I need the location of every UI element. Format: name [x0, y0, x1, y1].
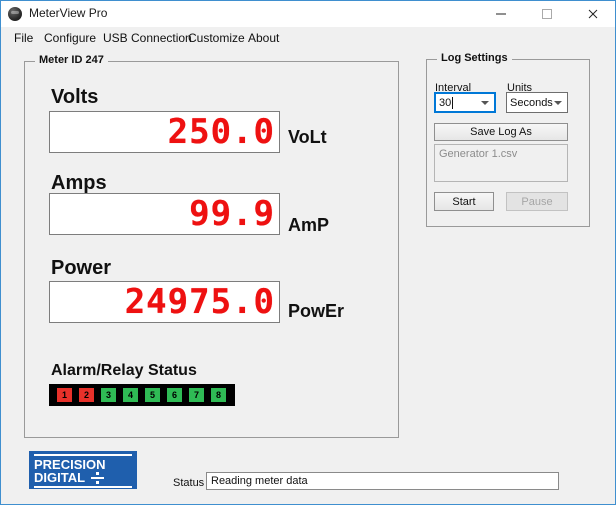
- volts-label: Volts: [51, 86, 99, 108]
- units-value: Seconds: [510, 96, 553, 109]
- minimize-button[interactable]: [478, 1, 523, 26]
- alarm-led-3: 3: [101, 388, 116, 402]
- volts-display: 250.0: [49, 111, 280, 153]
- power-value: 24975.0: [124, 282, 275, 322]
- close-button[interactable]: [570, 1, 615, 26]
- power-label: Power: [51, 257, 112, 279]
- status-field: Reading meter data: [206, 472, 559, 490]
- logo-top-bar: [34, 454, 132, 456]
- meter-group-legend: Meter ID 247: [35, 54, 108, 66]
- menu-item-file[interactable]: File: [11, 30, 36, 46]
- power-unit: PowEr: [288, 301, 345, 321]
- window-title: MeterView Pro: [29, 6, 108, 20]
- close-icon: [588, 9, 597, 18]
- chevron-down-icon[interactable]: [554, 100, 562, 105]
- amps-display: 99.9: [49, 193, 280, 235]
- division-sign-icon: [91, 471, 105, 484]
- volts-unit: VoLt: [288, 127, 327, 147]
- save-log-as-button[interactable]: Save Log As: [434, 123, 568, 141]
- pause-button: Pause: [506, 192, 568, 211]
- menu-item-usb-connection[interactable]: USB Connection: [100, 30, 195, 46]
- title-bar: MeterView Pro: [1, 1, 615, 28]
- app-window: MeterView Pro File Configure USB Connect…: [0, 0, 616, 505]
- status-label: Status: [173, 477, 205, 489]
- app-icon: [8, 7, 22, 21]
- alarm-led-1: 1: [57, 388, 72, 402]
- text-caret: [452, 96, 454, 109]
- start-button[interactable]: Start: [434, 192, 494, 211]
- alarm-led-2: 2: [79, 388, 94, 402]
- logo-line-2-row: DIGITAL: [34, 471, 132, 484]
- chevron-down-icon[interactable]: [481, 100, 489, 105]
- maximize-button[interactable]: [524, 1, 569, 26]
- alarm-relay-status-label: Alarm/Relay Status: [51, 362, 197, 379]
- logo-line-2: DIGITAL: [34, 470, 86, 485]
- minimize-icon: [495, 13, 506, 14]
- logo-bottom-bar: [34, 486, 132, 488]
- maximize-icon: [541, 8, 552, 19]
- alarm-led-5: 5: [145, 388, 160, 402]
- interval-input[interactable]: 30: [434, 92, 496, 113]
- menu-item-customize[interactable]: Customize: [185, 30, 248, 46]
- units-select[interactable]: Seconds: [506, 92, 568, 113]
- alarm-led-8: 8: [211, 388, 226, 402]
- amps-unit: AmP: [288, 215, 330, 235]
- log-filename-field[interactable]: Generator 1.csv: [434, 144, 568, 182]
- power-display: 24975.0: [49, 281, 280, 323]
- amps-value: 99.9: [189, 194, 275, 234]
- amps-label: Amps: [51, 172, 107, 194]
- menu-item-about[interactable]: About: [245, 30, 282, 46]
- alarm-led-4: 4: [123, 388, 138, 402]
- precision-digital-logo: PRECISION DIGITAL: [29, 451, 137, 489]
- alarm-relay-status-strip: 1 2 3 4 5 6 7 8: [49, 384, 235, 406]
- log-settings-legend: Log Settings: [437, 52, 512, 64]
- logo-text-rows: PRECISION DIGITAL: [34, 458, 132, 484]
- alarm-led-6: 6: [167, 388, 182, 402]
- volts-value: 250.0: [167, 112, 275, 152]
- alarm-led-7: 7: [189, 388, 204, 402]
- menu-bar: File Configure USB Connection Customize …: [1, 27, 615, 49]
- menu-item-configure[interactable]: Configure: [41, 30, 99, 46]
- interval-value: 30: [439, 96, 452, 109]
